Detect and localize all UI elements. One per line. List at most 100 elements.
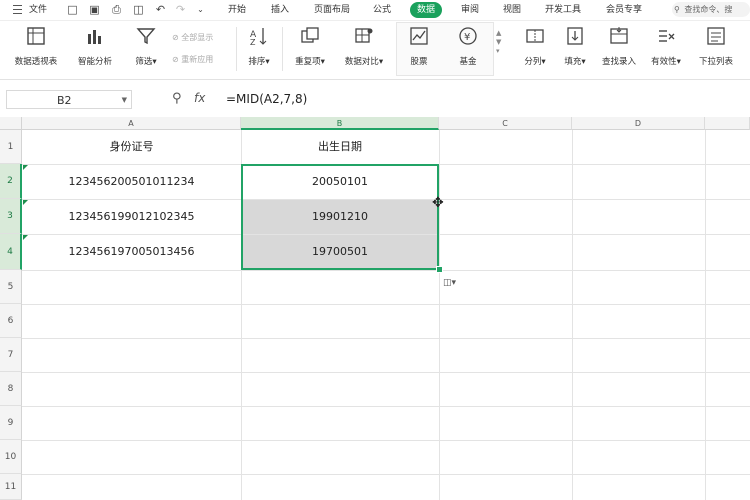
lookup-entry-label: 查找录入	[601, 57, 636, 67]
row-header-11[interactable]: 11	[0, 474, 22, 500]
column-header-c[interactable]: C	[439, 117, 572, 130]
sort-icon: AZ	[242, 25, 276, 47]
formula-input[interactable]: =MID(A2,7,8)	[226, 92, 307, 106]
dropdown-list-button[interactable]: 下拉列表	[694, 25, 738, 67]
tab-review[interactable]: 审阅	[461, 0, 479, 20]
reapply-button[interactable]: ⊘ 重新应用	[172, 54, 213, 65]
column-header-b[interactable]: B	[241, 117, 439, 130]
row-header-8[interactable]: 8	[0, 372, 22, 406]
stock-button[interactable]: 股票	[402, 25, 436, 67]
pivot-table-label: 数据透视表	[14, 57, 58, 67]
tab-page-layout[interactable]: 页面布局	[314, 0, 350, 20]
cell-a4[interactable]: 123456197005013456	[22, 234, 241, 270]
cell-b1[interactable]: 出生日期	[241, 130, 439, 164]
move-cursor-icon: ✥	[432, 195, 444, 211]
row-header-6[interactable]: 6	[0, 304, 22, 338]
gridline	[22, 372, 750, 373]
gridline	[22, 406, 750, 407]
menu-file[interactable]: 文件	[29, 0, 47, 20]
tab-view[interactable]: 视图	[503, 0, 521, 20]
fill-label: 填充▾	[564, 57, 586, 67]
column-header-a[interactable]: A	[22, 117, 241, 130]
menu-icon[interactable]	[13, 5, 22, 14]
more-chevron-icon[interactable]: ⌄	[194, 3, 207, 16]
svg-text:¥: ¥	[464, 32, 470, 43]
search-icon: ⚲	[674, 5, 680, 14]
fund-button[interactable]: ¥ 基金	[450, 25, 486, 67]
gridline	[22, 474, 750, 475]
row-header-5[interactable]: 5	[0, 270, 22, 304]
row-header-2[interactable]: 2	[0, 164, 22, 199]
row-header-10[interactable]: 10	[0, 440, 22, 474]
row-header-3[interactable]: 3	[0, 199, 22, 234]
tab-insert[interactable]: 插入	[271, 0, 289, 20]
ribbon-divider	[282, 27, 283, 71]
show-all-label: 全部显示	[181, 33, 214, 42]
number-as-text-indicator[interactable]	[23, 200, 28, 205]
gridline	[439, 130, 440, 500]
filter-icon	[128, 25, 164, 47]
number-as-text-indicator[interactable]	[23, 165, 28, 170]
sort-button[interactable]: AZ 排序▾	[242, 25, 276, 67]
lookup-entry-icon	[596, 25, 642, 47]
preview-icon[interactable]: ◫	[132, 3, 145, 16]
name-box[interactable]: B2 ▼	[6, 90, 132, 109]
tab-data[interactable]: 数据	[410, 2, 443, 18]
stock-label: 股票	[410, 57, 428, 67]
fill-handle[interactable]	[436, 266, 443, 273]
ribbon-toolbar: 数据透视表 智能分析 筛选▾ ⊘ 全部显示 ⊘ 重新应用 AZ 排序▾ 重复项▾…	[0, 21, 750, 80]
export-icon[interactable]: ▣	[88, 3, 101, 16]
redo-icon[interactable]: ↷	[174, 3, 187, 16]
spreadsheet-grid[interactable]: A B C D 1 2 3 4 5 6 7 8 9 10 11 身份证号 出生日…	[0, 117, 750, 500]
ribbon-scroll-arrows[interactable]: ▲ ▼ ▾	[496, 29, 501, 56]
save-icon[interactable]: □	[66, 3, 79, 16]
split-column-icon	[518, 25, 552, 47]
search-placeholder: 查找命令、搜	[684, 5, 733, 14]
stock-chart-icon	[402, 25, 436, 47]
undo-icon[interactable]: ↶	[154, 3, 167, 16]
print-icon[interactable]: ⎙	[110, 3, 123, 16]
name-box-chevron-icon[interactable]: ▼	[122, 91, 127, 110]
tab-formula[interactable]: 公式	[373, 0, 391, 20]
pivot-table-button[interactable]: 数据透视表	[8, 25, 64, 67]
cell-a3[interactable]: 123456199012102345	[22, 199, 241, 234]
filter-button[interactable]: 筛选▾	[128, 25, 164, 67]
cell-a1[interactable]: 身份证号	[22, 130, 241, 164]
cell-a2[interactable]: 123456200501011234	[22, 164, 241, 199]
column-header-e[interactable]	[705, 117, 750, 130]
row-header-4[interactable]: 4	[0, 234, 22, 270]
smart-analysis-label: 智能分析	[77, 57, 112, 67]
duplicates-button[interactable]: 重复项▾	[288, 25, 332, 67]
row-header-1[interactable]: 1	[0, 130, 22, 164]
zoom-search-icon[interactable]: ⚲	[172, 91, 182, 106]
row-header-7[interactable]: 7	[0, 338, 22, 372]
fill-button[interactable]: 填充▾	[558, 25, 592, 67]
data-compare-icon	[338, 25, 390, 47]
number-as-text-indicator[interactable]	[23, 235, 28, 240]
lookup-entry-button[interactable]: 查找录入	[596, 25, 642, 67]
filter-label: 筛选▾	[135, 57, 157, 67]
column-header-d[interactable]: D	[572, 117, 705, 130]
row-header-9[interactable]: 9	[0, 406, 22, 440]
fund-label: 基金	[459, 57, 477, 67]
command-search[interactable]: ⚲ 查找命令、搜	[672, 2, 750, 17]
tab-home[interactable]: 开始	[228, 0, 246, 20]
data-compare-button[interactable]: 数据对比▾	[338, 25, 390, 67]
fill-down-icon	[558, 25, 592, 47]
smart-analysis-button[interactable]: 智能分析	[72, 25, 118, 67]
validity-button[interactable]: 有效性▾	[646, 25, 686, 67]
split-column-label: 分列▾	[524, 57, 546, 67]
gridline	[22, 440, 750, 441]
tab-developer[interactable]: 开发工具	[545, 0, 581, 20]
show-all-button[interactable]: ⊘ 全部显示	[172, 32, 213, 43]
sort-label: 排序▾	[248, 57, 270, 67]
tab-member[interactable]: 会员专享	[606, 0, 642, 20]
select-all-corner[interactable]	[0, 117, 22, 130]
fund-yen-icon: ¥	[450, 25, 486, 47]
function-fx-icon[interactable]: fx	[194, 91, 205, 105]
split-column-button[interactable]: 分列▾	[518, 25, 552, 67]
auto-fill-options-icon[interactable]: ◫▾	[443, 278, 456, 288]
menu-bar: 文件 □ ▣ ⎙ ◫ ↶ ↷ ⌄ 开始 插入 页面布局 公式 数据 审阅 视图 …	[0, 0, 750, 21]
duplicates-label: 重复项▾	[295, 57, 325, 67]
validity-label: 有效性▾	[651, 57, 681, 67]
